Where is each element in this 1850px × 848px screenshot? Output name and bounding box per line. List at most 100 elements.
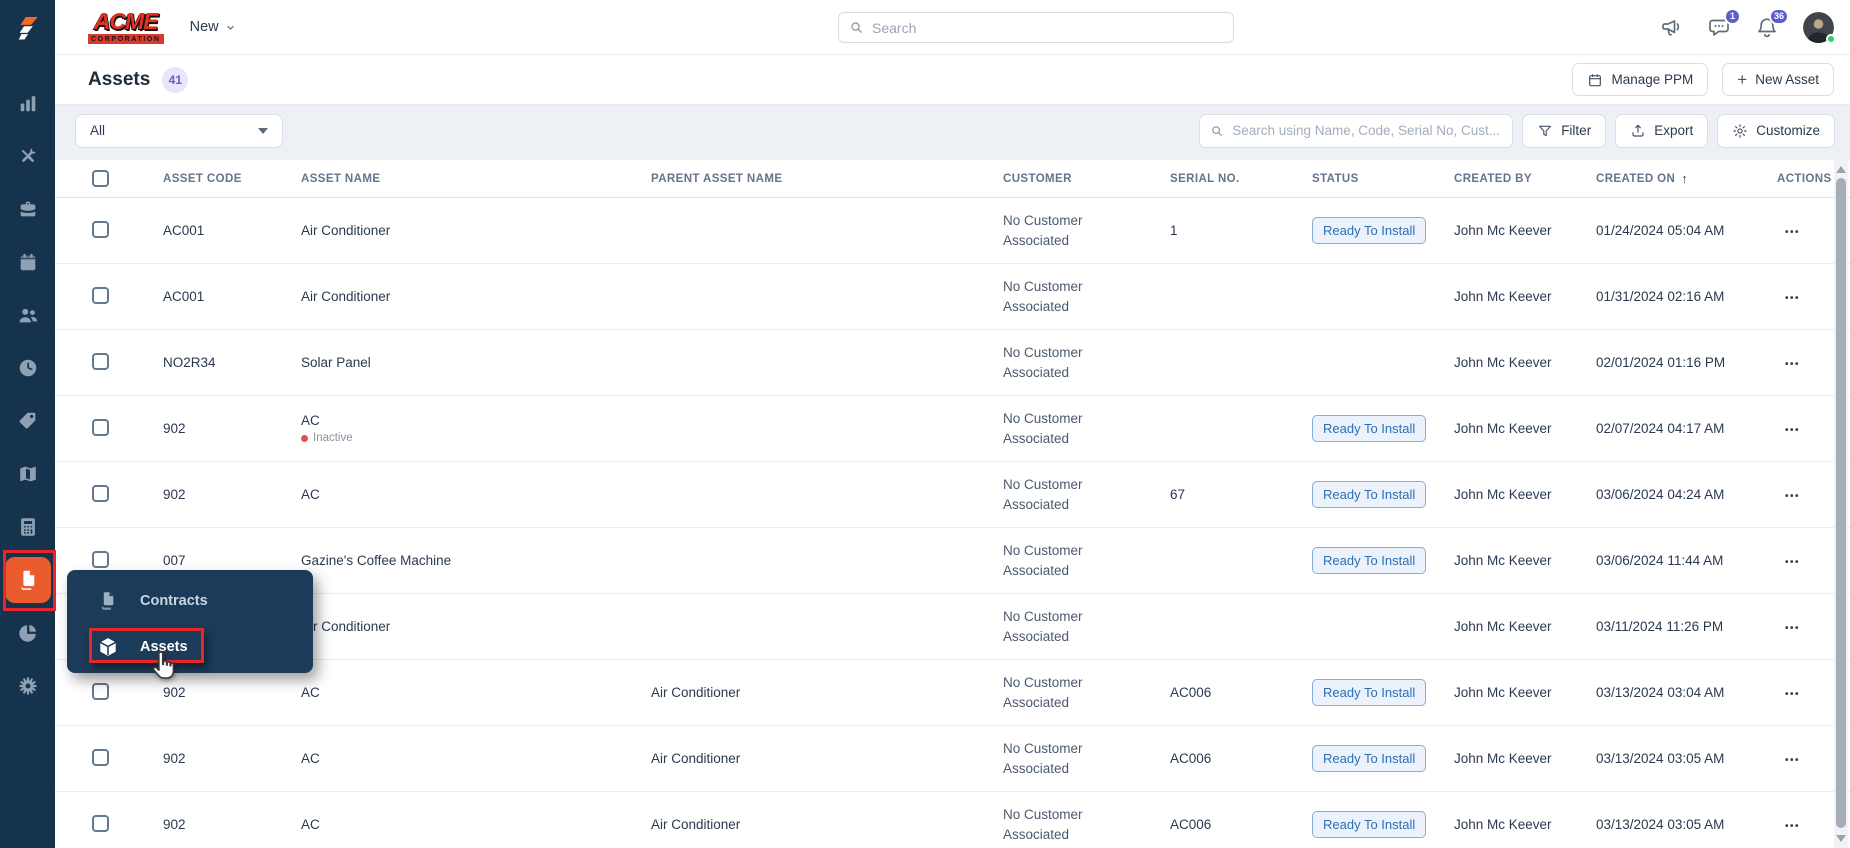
asset-code-cell: NO2R34 [163,355,216,370]
vertical-scrollbar[interactable] [1834,160,1848,848]
flyout-item-contracts[interactable]: Contracts [67,584,313,618]
customer-cell: No Customer Associated [1003,212,1083,248]
table-row[interactable]: 902 AC No Customer Associated 67 Ready To In… [55,462,1850,528]
scrollbar-thumb[interactable] [1836,178,1846,828]
row-actions-button[interactable]: ••• [1777,293,1800,304]
acme-logo-text: ACME [93,8,159,34]
row-actions-button[interactable]: ••• [1777,689,1800,700]
sidebar-item-tools[interactable] [0,129,55,182]
search-icon [849,20,864,35]
manage-ppm-button[interactable]: Manage PPM [1572,63,1709,96]
table-row[interactable]: 902 AC Inactive No Customer Associated Ready… [55,396,1850,462]
users-icon [17,304,39,326]
sidebar-item-tags[interactable] [0,394,55,447]
customer-cell: No Customer Associated [1003,542,1083,578]
row-actions-button[interactable]: ••• [1777,491,1800,502]
table-row[interactable]: AC001 Air Conditioner No Customer Associat… [55,264,1850,330]
created-on-cell: 02/07/2024 04:17 AM [1596,421,1725,436]
sidebar-item-map[interactable] [0,447,55,500]
row-actions-button[interactable]: ••• [1777,425,1800,436]
select-all-checkbox[interactable] [92,170,109,187]
documents-icon [4,556,51,603]
global-search[interactable] [838,12,1234,43]
row-checkbox[interactable] [92,748,109,766]
sidebar-item-invoices[interactable] [0,500,55,553]
filter-button[interactable]: Filter [1522,113,1607,148]
acme-logo[interactable]: ACME CORPORATION [88,10,164,44]
row-actions-button[interactable]: ••• [1777,227,1800,238]
row-checkbox[interactable] [92,682,109,700]
pie-chart-icon [17,622,39,644]
export-icon [1630,123,1646,139]
row-actions-button[interactable]: ••• [1777,557,1800,568]
table-row[interactable]: Air Conditioner No Customer Associated Joh… [55,594,1850,660]
search-icon [1210,124,1224,138]
col-status[interactable]: STATUS [1312,173,1454,185]
sidebar-item-settings[interactable] [0,659,55,712]
row-checkbox[interactable] [92,814,109,832]
acme-logo-subtext: CORPORATION [88,34,164,44]
flyout-item-label: Contracts [140,593,208,609]
sidebar-item-teams[interactable] [0,288,55,341]
assets-count-badge: 41 [162,66,189,93]
sidebar-item-timesheets[interactable] [0,341,55,394]
user-avatar[interactable] [1803,12,1836,44]
table-row[interactable]: 902 AC Air Conditioner No Customer Associat… [55,726,1850,792]
row-checkbox[interactable] [92,286,109,304]
table-row[interactable]: AC001 Air Conditioner No Customer Associat… [55,198,1850,264]
global-search-input[interactable] [872,19,1223,36]
created-on-cell: 03/11/2024 11:26 PM [1596,619,1724,634]
asset-name-cell: Gazine's Coffee Machine [301,553,452,568]
announcements-button[interactable] [1659,15,1685,41]
customer-cell: No Customer Associated [1003,608,1083,644]
col-parent-asset-name[interactable]: PARENT ASSET NAME [651,173,1003,185]
sidebar-item-dashboard[interactable] [0,76,55,129]
flyout-item-assets[interactable]: Assets [67,630,313,664]
row-actions-button[interactable]: ••• [1777,821,1800,832]
new-asset-button[interactable]: + New Asset [1722,63,1834,96]
status-badge: Ready To Install [1312,547,1427,574]
row-checkbox[interactable] [92,352,109,370]
col-serial-no[interactable]: SERIAL NO. [1170,173,1312,185]
sidebar-item-jobs[interactable] [0,182,55,235]
table-row[interactable]: NO2R34 Solar Panel No Customer Associated J… [55,330,1850,396]
asset-name-cell: AC Inactive [301,413,651,444]
table-row[interactable]: 902 AC Air Conditioner No Customer Associat… [55,660,1850,726]
row-checkbox[interactable] [92,220,109,238]
created-by-cell: John Mc Keever [1454,223,1552,238]
view-filter-select[interactable]: All [75,113,283,148]
table-row[interactable]: 007 Gazine's Coffee Machine No Customer As… [55,528,1850,594]
table-row[interactable]: 902 AC Air Conditioner No Customer Associat… [55,792,1850,848]
status-cell: Ready To Install [1312,547,1454,574]
app-logo-icon[interactable] [0,0,55,55]
topbar: ACME CORPORATION New 1 36 [55,0,1850,55]
col-created-by[interactable]: CREATED BY [1454,173,1596,185]
table-search[interactable] [1199,113,1514,148]
row-checkbox[interactable] [92,550,109,568]
row-actions-button[interactable]: ••• [1777,623,1800,634]
notifications-button[interactable]: 36 [1755,7,1789,41]
export-button[interactable]: Export [1615,113,1709,148]
customize-button[interactable]: Customize [1717,113,1835,148]
row-checkbox[interactable] [92,484,109,502]
cube-icon [97,636,119,658]
sidebar-item-reports[interactable] [0,606,55,659]
row-actions-button[interactable]: ••• [1777,359,1800,370]
asset-name-cell: AC [301,817,320,832]
col-customer[interactable]: CUSTOMER [1003,173,1170,185]
scroll-down-arrow-icon[interactable] [1836,835,1846,842]
col-asset-code[interactable]: ASSET CODE [163,173,301,185]
calendar-icon [17,251,39,273]
messages-button[interactable]: 1 [1707,7,1741,41]
scroll-up-arrow-icon[interactable] [1836,166,1846,173]
table-search-input[interactable] [1232,123,1503,138]
row-checkbox[interactable] [92,418,109,436]
col-asset-name[interactable]: ASSET NAME [301,173,651,185]
col-created-on[interactable]: CREATED ON ↑ [1596,171,1777,186]
sidebar-item-documents[interactable] [0,553,55,606]
new-menu-button[interactable]: New [190,19,237,35]
sidebar-item-schedule[interactable] [0,235,55,288]
status-badge: Ready To Install [1312,415,1427,442]
created-on-cell: 01/31/2024 02:16 AM [1596,289,1725,304]
row-actions-button[interactable]: ••• [1777,755,1800,766]
